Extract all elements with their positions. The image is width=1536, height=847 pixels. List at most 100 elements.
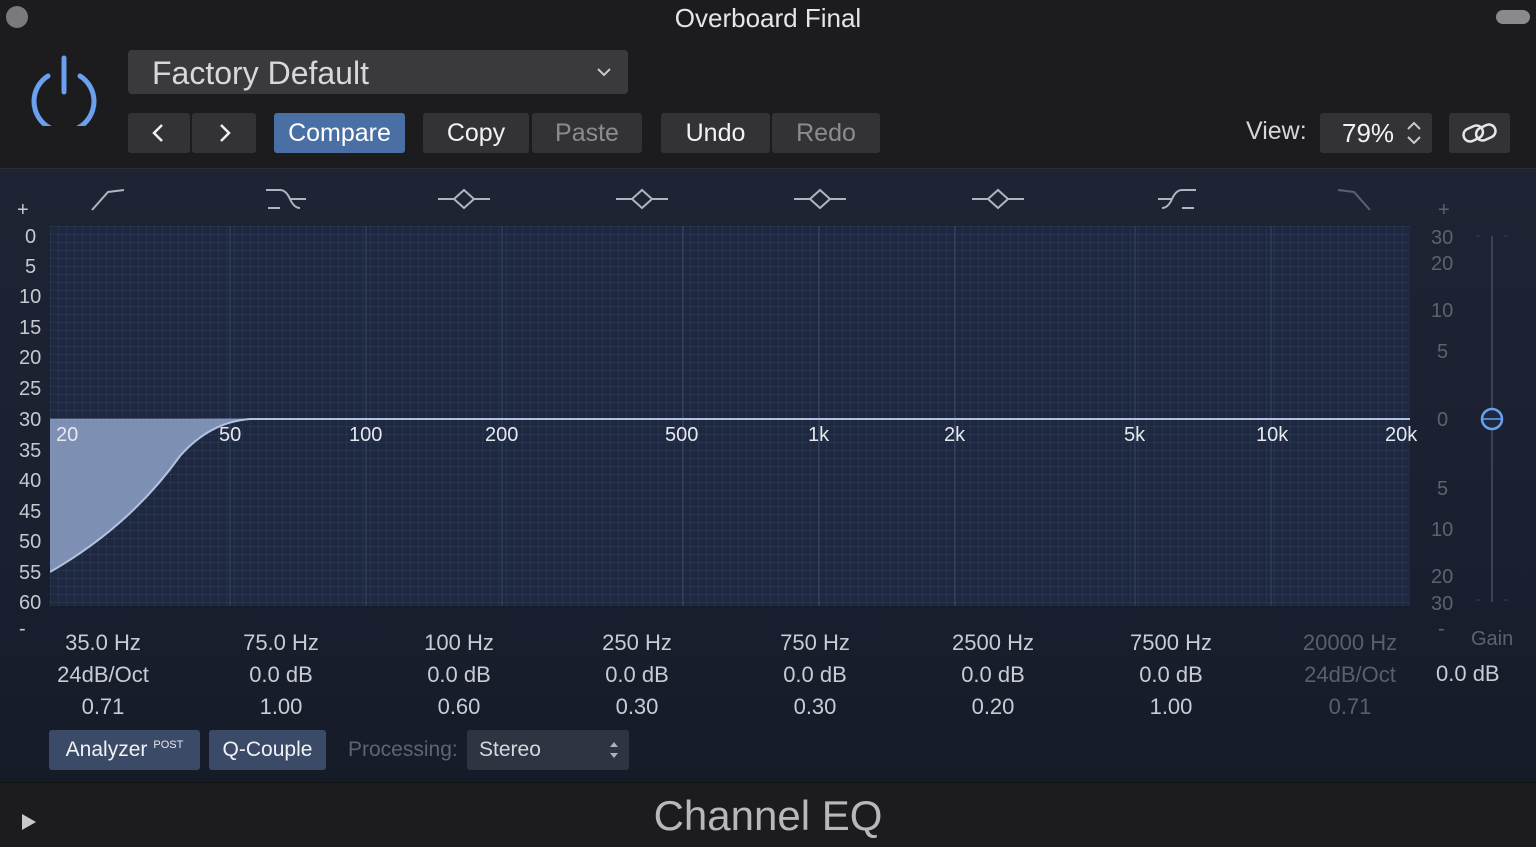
scale-label: 50	[19, 531, 42, 553]
analyzer-post-tag: POST	[153, 739, 184, 751]
view-label: View:	[1246, 117, 1307, 145]
band-gain[interactable]: 0.0 dB	[913, 662, 1073, 694]
scale-label: 0	[25, 226, 37, 248]
freq-axis-label: 5k	[1124, 424, 1146, 446]
link-button[interactable]	[1449, 113, 1510, 153]
scale-label: 55	[19, 562, 42, 584]
band-2-params: 75.0 Hz 0.0 dB 1.00	[201, 630, 361, 720]
band-gain[interactable]: 0.0 dB	[1091, 662, 1251, 694]
band-q[interactable]: 0.20	[913, 694, 1073, 720]
band-slope[interactable]: 24dB/Oct	[23, 662, 183, 694]
high-shelf-icon[interactable]	[1158, 189, 1196, 209]
processing-label: Processing:	[348, 738, 458, 761]
band-q[interactable]: 0.30	[735, 694, 895, 720]
scale-label: 20	[19, 347, 42, 369]
band-6-params: 2500 Hz 0.0 dB 0.20	[913, 630, 1073, 720]
band-3-params: 100 Hz 0.0 dB 0.60	[379, 630, 539, 720]
view-zoom-stepper[interactable]: 79%	[1320, 113, 1432, 153]
band-type-icons	[91, 188, 1371, 211]
freq-axis-label: 100	[349, 424, 383, 446]
scale-label: 40	[19, 470, 42, 492]
scale-label: 35	[19, 440, 42, 462]
band-5-params: 750 Hz 0.0 dB 0.30	[735, 630, 895, 720]
gain-scale-label: 30	[1431, 227, 1454, 249]
band-gain[interactable]: 0.0 dB	[735, 662, 895, 694]
band-frequency[interactable]: 35.0 Hz	[23, 630, 183, 662]
scale-label: 30	[19, 409, 42, 431]
band-7-params: 7500 Hz 0.0 dB 1.00	[1091, 630, 1251, 720]
freq-axis-label: 20	[56, 424, 79, 446]
next-preset-button[interactable]	[192, 113, 256, 153]
band-q[interactable]: 0.71	[23, 694, 183, 720]
band-q[interactable]: 1.00	[1091, 694, 1251, 720]
analyzer-label: Analyzer	[65, 738, 148, 761]
q-couple-button[interactable]: Q-Couple	[209, 730, 326, 770]
window-pill-button[interactable]	[1496, 10, 1530, 24]
low-shelf-icon[interactable]	[266, 189, 306, 209]
undo-button[interactable]: Undo	[661, 113, 770, 153]
band-frequency[interactable]: 7500 Hz	[1091, 630, 1251, 662]
copy-button[interactable]: Copy	[423, 113, 529, 153]
freq-axis-label: 500	[665, 424, 699, 446]
band-1-params: 35.0 Hz 24dB/Oct 0.71	[23, 630, 183, 720]
band-4-params: 250 Hz 0.0 dB 0.30	[557, 630, 717, 720]
power-button[interactable]	[28, 54, 100, 134]
band-slope[interactable]: 24dB/Oct	[1270, 662, 1430, 694]
low-cut-icon[interactable]	[91, 189, 125, 211]
previous-preset-button[interactable]	[128, 113, 190, 153]
band-frequency[interactable]: 2500 Hz	[913, 630, 1073, 662]
band-q[interactable]: 0.71	[1270, 694, 1430, 720]
gain-scale-label: 5	[1437, 341, 1449, 363]
bell-icon[interactable]	[438, 188, 490, 210]
band-frequency[interactable]: 250 Hz	[557, 630, 717, 662]
freq-axis-label: 1k	[808, 424, 830, 446]
redo-button[interactable]: Redo	[772, 113, 880, 153]
scale-label: 10	[19, 286, 42, 308]
band-frequency[interactable]: 750 Hz	[735, 630, 895, 662]
gain-scale-label: 30	[1431, 593, 1454, 615]
scale-label: +	[17, 199, 29, 221]
band-gain[interactable]: 0.0 dB	[201, 662, 361, 694]
band-frequency[interactable]: 20000 Hz	[1270, 630, 1430, 662]
plugin-name: Channel EQ	[653, 792, 883, 839]
paste-button[interactable]: Paste	[532, 113, 642, 153]
band-gain[interactable]: 0.0 dB	[379, 662, 539, 694]
processing-select[interactable]: Stereo	[467, 730, 629, 770]
processing-value: Stereo	[479, 738, 541, 761]
bell-icon[interactable]	[972, 188, 1024, 210]
bell-icon[interactable]	[616, 188, 668, 210]
gain-scale-label: 10	[1431, 300, 1454, 322]
scale-label: 15	[19, 317, 42, 339]
band-frequency[interactable]: 100 Hz	[379, 630, 539, 662]
band-8-params: 20000 Hz 24dB/Oct 0.71	[1270, 630, 1430, 720]
freq-axis-label: 20k	[1385, 424, 1418, 446]
band-gain[interactable]: 0.0 dB	[557, 662, 717, 694]
preset-name: Factory Default	[152, 55, 369, 91]
gain-label: Gain	[1471, 628, 1514, 650]
band-frequency[interactable]: 75.0 Hz	[201, 630, 361, 662]
freq-axis-label: 10k	[1256, 424, 1289, 446]
up-down-arrows-icon	[1407, 121, 1421, 145]
gain-value[interactable]: 0.0 dB	[1436, 661, 1500, 687]
gain-scale-label: 20	[1431, 566, 1454, 588]
band-q[interactable]: 0.30	[557, 694, 717, 720]
power-icon	[31, 55, 97, 134]
freq-axis-label: 50	[219, 424, 242, 446]
up-down-arrows-icon	[610, 742, 618, 758]
gain-scale-label: 0	[1437, 409, 1449, 431]
gain-slider[interactable]	[1470, 226, 1516, 606]
eq-curve-line	[50, 418, 1410, 573]
scale-label: 45	[19, 501, 42, 523]
compare-button[interactable]: Compare	[274, 113, 405, 153]
band-q[interactable]: 0.60	[379, 694, 539, 720]
view-zoom-value: 79%	[1342, 118, 1395, 148]
preset-menu[interactable]: Factory Default	[128, 50, 628, 94]
scale-label: 25	[19, 378, 42, 400]
chevron-left-icon	[152, 124, 163, 142]
gain-scale-label: 10	[1431, 519, 1454, 541]
band-q[interactable]: 1.00	[201, 694, 361, 720]
high-cut-icon[interactable]	[1337, 189, 1371, 211]
analyzer-button[interactable]: Analyzer POST	[49, 730, 200, 770]
bell-icon[interactable]	[794, 188, 846, 210]
freq-axis-label: 200	[485, 424, 519, 446]
